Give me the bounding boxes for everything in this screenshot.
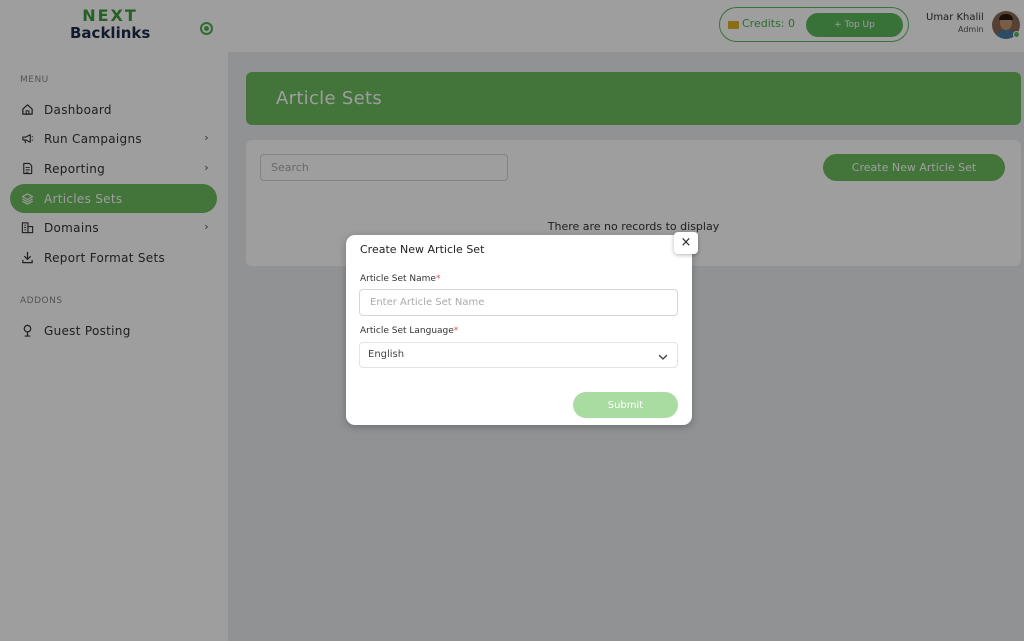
field-label-text: Article Set Language [360, 326, 454, 336]
article-set-language-select[interactable]: English [359, 342, 678, 368]
article-set-name-input[interactable] [359, 289, 678, 316]
modal-title: Create New Article Set [360, 243, 485, 256]
selected-language: English [368, 349, 405, 360]
chevron-down-icon [658, 348, 668, 360]
article-set-language-label: Article Set Language* [360, 326, 458, 336]
submit-button[interactable]: Submit [573, 392, 678, 418]
article-set-name-label: Article Set Name* [360, 274, 440, 284]
create-article-set-modal: Create New Article Set × Article Set Nam… [346, 232, 698, 425]
close-icon[interactable]: × [674, 232, 698, 254]
required-marker: * [435, 274, 441, 284]
field-label-text: Article Set Name [360, 274, 436, 284]
required-marker: * [453, 326, 459, 336]
